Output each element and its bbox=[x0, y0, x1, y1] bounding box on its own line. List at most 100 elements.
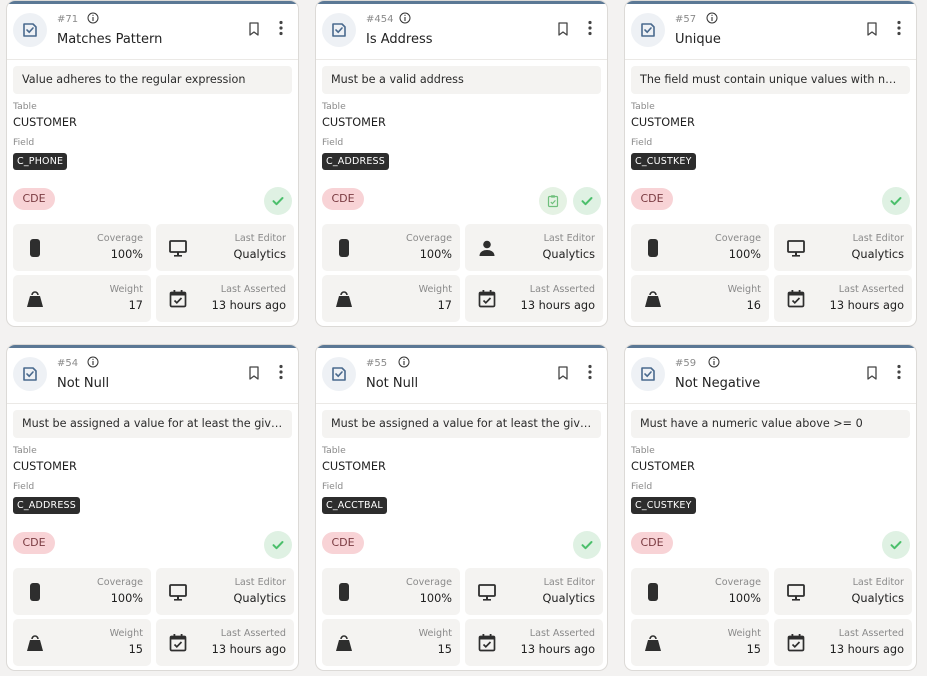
coverage-stat: Coverage 100% bbox=[13, 224, 151, 271]
cde-tag[interactable]: CDE bbox=[13, 532, 55, 554]
coverage-value: 100% bbox=[728, 592, 761, 605]
coverage-stat: Coverage 100% bbox=[322, 568, 460, 615]
coverage-stat: Coverage 100% bbox=[631, 568, 769, 615]
field-chip[interactable]: C_CUSTKEY bbox=[631, 153, 696, 170]
cde-tag[interactable]: CDE bbox=[13, 188, 55, 210]
weight-icon bbox=[27, 635, 43, 651]
field-chip[interactable]: C_ACCTBAL bbox=[322, 497, 387, 514]
last-asserted-label: Last Asserted bbox=[529, 628, 595, 639]
more-options-icon[interactable] bbox=[587, 20, 593, 36]
monitor-icon bbox=[169, 584, 187, 601]
last-editor-label: Last Editor bbox=[234, 577, 286, 588]
last-asserted-label: Last Asserted bbox=[838, 284, 904, 295]
coverage-pill-icon bbox=[339, 239, 349, 257]
more-options-icon[interactable] bbox=[278, 364, 284, 380]
info-icon[interactable] bbox=[399, 12, 411, 24]
check-id: #57 bbox=[675, 14, 697, 25]
table-label: Table bbox=[13, 101, 37, 112]
calendar-check-icon bbox=[169, 634, 187, 652]
bookmark-icon[interactable] bbox=[557, 22, 569, 36]
last-editor-stat: Last Editor Qualytics bbox=[774, 224, 912, 271]
check-id: #59 bbox=[675, 358, 697, 369]
coverage-stat: Coverage 100% bbox=[13, 568, 151, 615]
last-asserted-value: 13 hours ago bbox=[211, 643, 286, 656]
info-icon[interactable] bbox=[87, 356, 99, 368]
last-editor-value: Qualytics bbox=[851, 592, 904, 605]
info-icon[interactable] bbox=[398, 356, 410, 368]
last-editor-label: Last Editor bbox=[543, 577, 595, 588]
last-asserted-stat: Last Asserted 13 hours ago bbox=[465, 275, 603, 322]
check-rule-icon bbox=[631, 13, 665, 47]
table-label: Table bbox=[631, 445, 655, 456]
last-editor-stat: Last Editor Qualytics bbox=[156, 224, 294, 271]
field-chip[interactable]: C_ADDRESS bbox=[13, 497, 80, 514]
check-rule-name: Not Negative bbox=[675, 376, 761, 391]
more-options-icon[interactable] bbox=[587, 364, 593, 380]
cde-tag[interactable]: CDE bbox=[631, 532, 673, 554]
weight-label: Weight bbox=[727, 284, 761, 295]
info-icon[interactable] bbox=[708, 356, 720, 368]
coverage-value: 100% bbox=[419, 248, 452, 261]
weight-icon bbox=[645, 291, 661, 307]
field-label: Field bbox=[631, 481, 653, 492]
field-chip[interactable]: C_PHONE bbox=[13, 153, 68, 170]
field-chip[interactable]: C_CUSTKEY bbox=[631, 497, 696, 514]
last-asserted-label: Last Asserted bbox=[220, 628, 286, 639]
passed-check-icon bbox=[573, 531, 601, 559]
field-chip[interactable]: C_ADDRESS bbox=[322, 153, 389, 170]
more-options-icon[interactable] bbox=[896, 364, 902, 380]
passed-check-icon bbox=[882, 187, 910, 215]
last-asserted-stat: Last Asserted 13 hours ago bbox=[156, 619, 294, 666]
bookmark-icon[interactable] bbox=[248, 366, 260, 380]
last-asserted-value: 13 hours ago bbox=[829, 643, 904, 656]
table-value: CUSTOMER bbox=[322, 116, 386, 129]
check-description: Value adheres to the regular expression bbox=[13, 66, 292, 94]
last-editor-stat: Last Editor Qualytics bbox=[156, 568, 294, 615]
check-rule-icon bbox=[631, 357, 665, 391]
coverage-value: 100% bbox=[419, 592, 452, 605]
cde-tag[interactable]: CDE bbox=[322, 532, 364, 554]
quality-check-card[interactable]: #71 Matches Pattern Value adheres to the… bbox=[6, 0, 299, 327]
last-asserted-stat: Last Asserted 13 hours ago bbox=[465, 619, 603, 666]
cde-tag[interactable]: CDE bbox=[322, 188, 364, 210]
weight-value: 15 bbox=[746, 643, 761, 656]
weight-value: 17 bbox=[128, 299, 143, 312]
info-icon[interactable] bbox=[706, 12, 718, 24]
bookmark-icon[interactable] bbox=[557, 366, 569, 380]
more-options-icon[interactable] bbox=[278, 20, 284, 36]
passed-check-icon bbox=[573, 187, 601, 215]
check-rule-name: Matches Pattern bbox=[57, 32, 163, 47]
coverage-value: 100% bbox=[728, 248, 761, 261]
quality-check-card[interactable]: #55 Not Null Must be assigned a value fo… bbox=[315, 344, 608, 671]
table-value: CUSTOMER bbox=[322, 460, 386, 473]
passed-check-icon bbox=[264, 187, 292, 215]
field-label: Field bbox=[322, 481, 344, 492]
cde-tag[interactable]: CDE bbox=[631, 188, 673, 210]
card-header: #454 Is Address bbox=[316, 1, 607, 60]
calendar-check-icon bbox=[787, 290, 805, 308]
bookmark-icon[interactable] bbox=[866, 366, 878, 380]
bookmark-icon[interactable] bbox=[866, 22, 878, 36]
check-rule-icon bbox=[13, 13, 47, 47]
last-editor-label: Last Editor bbox=[852, 233, 904, 244]
check-description: Must be assigned a value for at least th… bbox=[322, 410, 601, 438]
table-value: CUSTOMER bbox=[13, 116, 77, 129]
check-id: #71 bbox=[57, 14, 79, 25]
weight-label: Weight bbox=[109, 284, 143, 295]
monitor-icon bbox=[478, 584, 496, 601]
coverage-stat: Coverage 100% bbox=[631, 224, 769, 271]
more-options-icon[interactable] bbox=[896, 20, 902, 36]
last-editor-value: Qualytics bbox=[233, 248, 286, 261]
info-icon[interactable] bbox=[87, 12, 99, 24]
quality-check-card[interactable]: #57 Unique The field must contain unique… bbox=[624, 0, 917, 327]
check-description: Must be assigned a value for at least th… bbox=[13, 410, 292, 438]
coverage-value: 100% bbox=[110, 248, 143, 261]
quality-check-card[interactable]: #59 Not Negative Must have a numeric val… bbox=[624, 344, 917, 671]
field-label: Field bbox=[13, 137, 35, 148]
quality-check-card[interactable]: #54 Not Null Must be assigned a value fo… bbox=[6, 344, 299, 671]
bookmark-icon[interactable] bbox=[248, 22, 260, 36]
check-id: #55 bbox=[366, 358, 388, 369]
quality-check-card[interactable]: #454 Is Address Must be a valid address … bbox=[315, 0, 608, 327]
weight-value: 16 bbox=[746, 299, 761, 312]
check-rule-name: Not Null bbox=[57, 376, 110, 391]
